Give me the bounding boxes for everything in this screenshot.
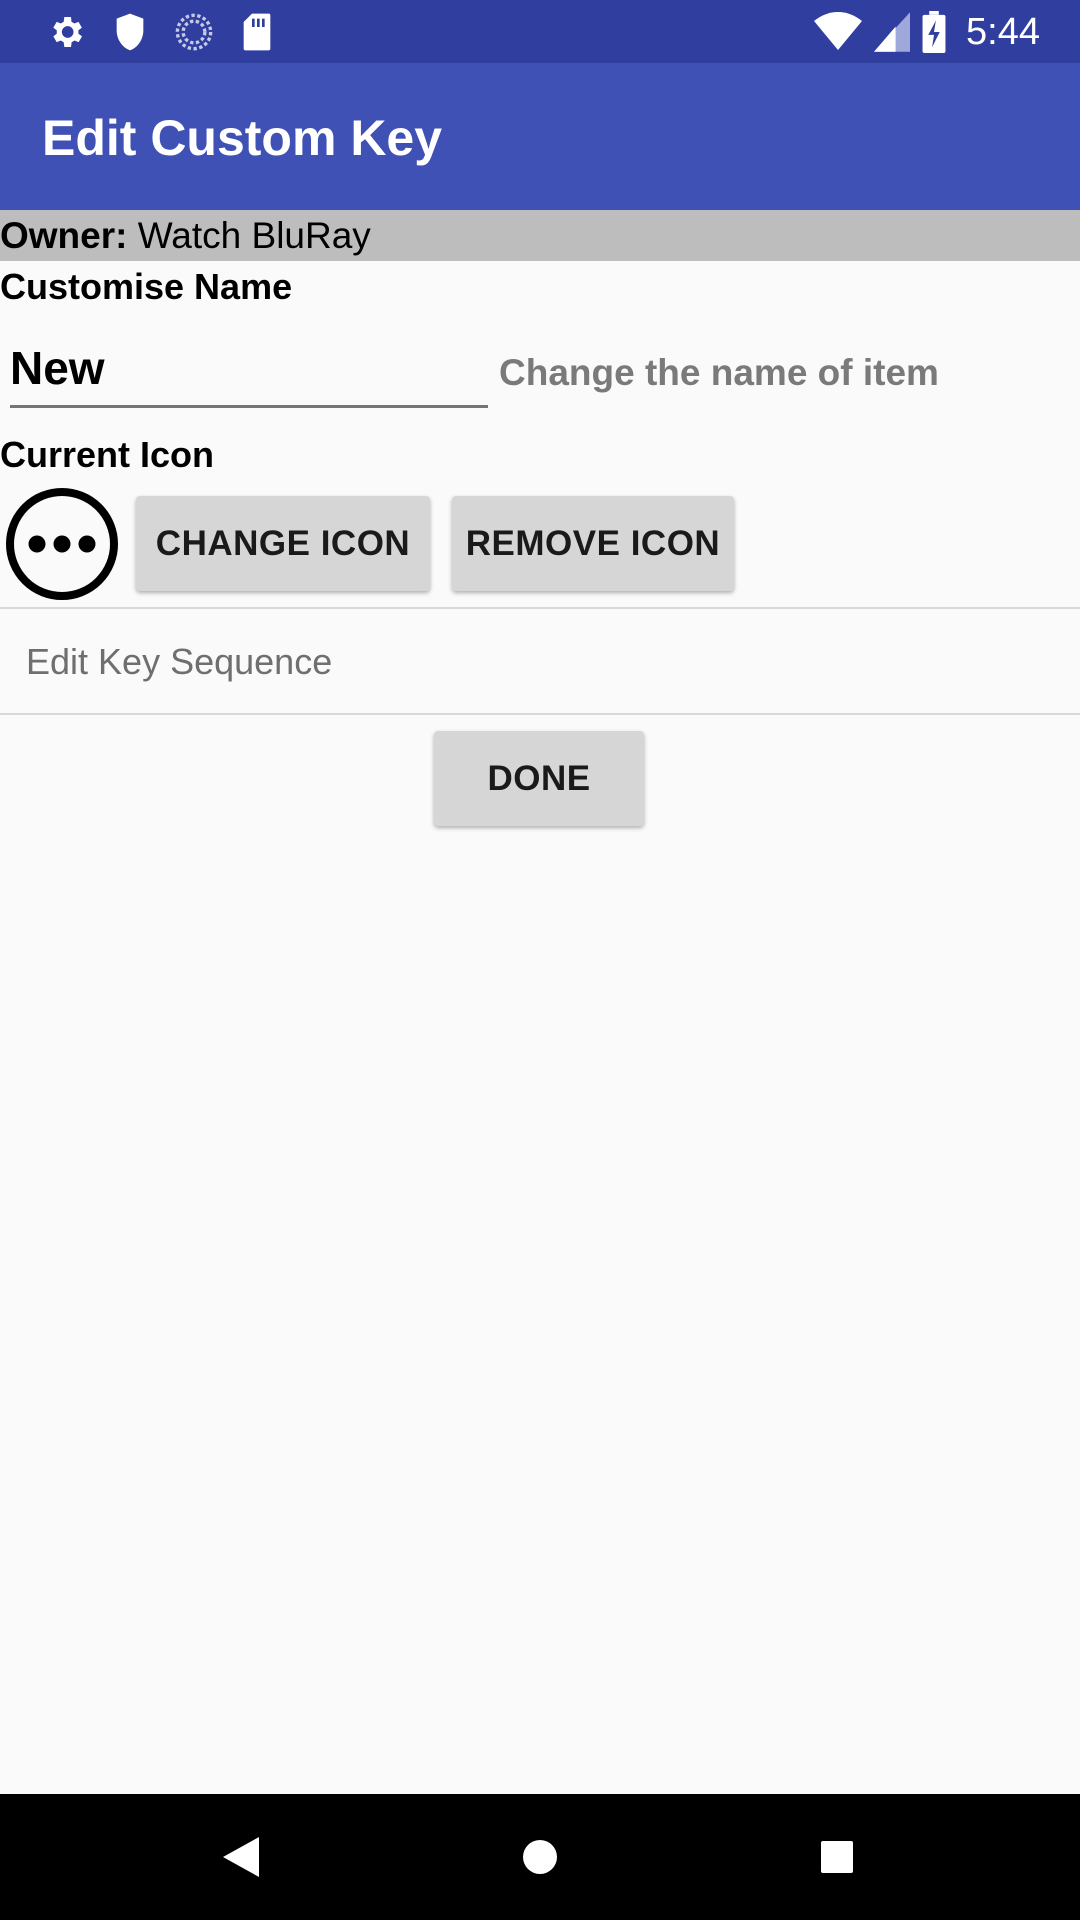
sync-icon <box>175 13 213 51</box>
navigation-bar <box>0 1794 1080 1920</box>
app-bar: Edit Custom Key <box>0 63 1080 210</box>
divider <box>0 713 1080 715</box>
home-button[interactable] <box>507 1824 573 1890</box>
back-icon <box>223 1837 259 1877</box>
status-time: 5:44 <box>966 10 1040 53</box>
done-button[interactable]: DONE <box>434 731 644 826</box>
change-icon-button[interactable]: CHANGE ICON <box>136 496 430 591</box>
item-name-input[interactable] <box>10 336 488 408</box>
current-icon-label: Current Icon <box>0 434 215 475</box>
recents-button[interactable] <box>804 1824 870 1890</box>
more-horizontal-circle-icon <box>6 488 118 600</box>
status-bar: 5:44 <box>0 0 1080 63</box>
settings-icon <box>53 17 82 47</box>
key-sequence-input[interactable] <box>0 610 1080 714</box>
back-button[interactable] <box>208 1824 274 1890</box>
shield-icon <box>116 13 144 51</box>
owner-label: Owner: <box>0 215 128 256</box>
page-title: Edit Custom Key <box>42 110 443 166</box>
divider <box>0 607 1080 609</box>
home-icon <box>523 1840 557 1874</box>
customise-name-label: Customise Name <box>0 266 293 307</box>
wifi-icon <box>814 12 863 50</box>
item-name-hint: Change the name of item <box>499 352 939 393</box>
owner-row: Owner: Watch BluRay <box>0 210 1080 261</box>
sd-card-icon <box>243 13 271 51</box>
owner-value: Watch BluRay <box>137 215 371 256</box>
signal-icon <box>874 12 911 52</box>
remove-icon-button[interactable]: REMOVE ICON <box>452 496 734 591</box>
recents-icon <box>821 1841 853 1873</box>
battery-charging-icon <box>922 11 946 53</box>
